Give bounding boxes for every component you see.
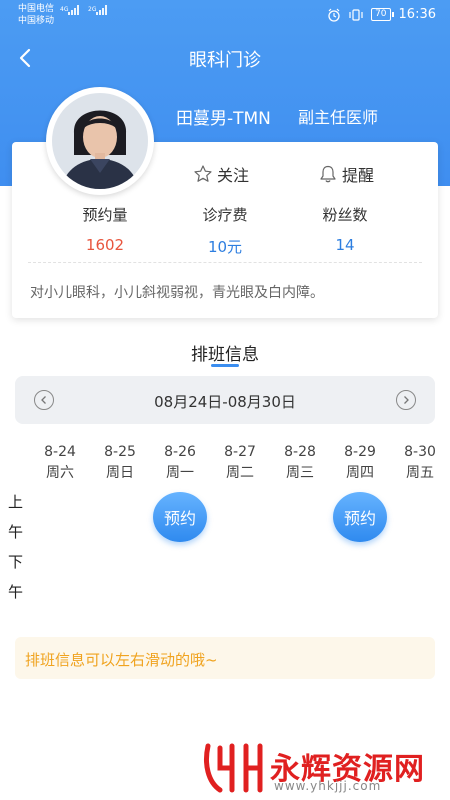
watermark-url: www.yhkjjj.com — [274, 779, 382, 793]
next-week-button[interactable] — [396, 390, 416, 410]
star-icon — [194, 165, 212, 182]
status-bar: 中国电信 4G 中国移动 2G 70 16:36 — [0, 0, 450, 30]
day-date: 8-30 — [404, 444, 436, 460]
schedule-title-underline — [211, 364, 239, 367]
carrier-1: 中国电信 — [18, 4, 55, 14]
card-divider — [28, 262, 422, 263]
stat-label-fee: 诊疗费 — [202, 206, 248, 224]
day-weekday: 周一 — [166, 465, 194, 481]
day-weekday: 周二 — [226, 465, 254, 481]
day-weekday: 周五 — [406, 465, 434, 481]
avatar[interactable] — [46, 87, 154, 195]
day-column-0827: 8-27 周二 — [215, 442, 265, 484]
book-button-0826-am[interactable]: 预约 — [153, 492, 207, 542]
period-pm-char-2: 午 — [8, 583, 24, 601]
day-weekday: 周四 — [346, 465, 374, 481]
stat-label-appointments: 预约量 — [82, 206, 128, 224]
carrier-2: 中国移动 — [18, 16, 55, 26]
day-date: 8-27 — [224, 444, 256, 460]
day-column-0828: 8-28 周三 — [275, 442, 325, 484]
stat-value-fee: 10元 — [207, 238, 243, 256]
day-column-0825: 8-25 周日 — [95, 442, 145, 484]
week-selector: 08月24日-08月30日 — [15, 376, 435, 424]
stat-value-fans: 14 — [335, 236, 355, 254]
battery-icon: 70 — [371, 8, 395, 21]
period-am-char-2: 午 — [8, 523, 24, 541]
watermark-logo-icon — [204, 743, 263, 793]
vibrate-icon — [349, 8, 363, 22]
remind-button[interactable]: 提醒 — [318, 162, 374, 186]
day-column-0830: 8-30 周五 — [395, 442, 445, 484]
day-date: 8-28 — [284, 444, 316, 460]
day-date: 8-24 — [44, 444, 76, 460]
doctor-intro: 对小儿眼科，小儿斜视弱视，青光眼及白内障。 — [30, 285, 324, 301]
clock: 16:36 — [398, 7, 436, 22]
follow-label: 关注 — [217, 166, 250, 185]
period-pm-char-1: 下 — [8, 553, 24, 571]
day-column-0826: 8-26 周一 — [155, 442, 205, 484]
chevron-right-icon — [404, 396, 409, 404]
day-weekday: 周日 — [106, 465, 134, 481]
day-weekday: 周六 — [46, 465, 74, 481]
stat-value-appointments: 1602 — [85, 236, 125, 254]
day-weekday: 周三 — [286, 465, 314, 481]
avatar-photo — [52, 93, 148, 189]
doctor-name: 田蔓男-TMN — [176, 109, 271, 129]
day-column-0824: 8-24 周六 — [35, 442, 85, 484]
stat-label-fans: 粉丝数 — [322, 206, 368, 224]
schedule-tip: 排班信息可以左右滑动的哦~ — [15, 637, 435, 679]
day-date: 8-25 — [104, 444, 136, 460]
follow-button[interactable]: 关注 — [193, 162, 249, 186]
book-button-0829-am[interactable]: 预约 — [333, 492, 387, 542]
day-column-0829: 8-29 周四 — [335, 442, 385, 484]
signal-icon — [68, 5, 79, 15]
period-am-char-1: 上 — [8, 493, 24, 511]
day-date: 8-26 — [164, 444, 196, 460]
bell-icon — [320, 165, 336, 183]
page-title: 眼科门诊 — [189, 50, 261, 71]
schedule-title: 排班信息 — [191, 345, 259, 365]
watermark: 永辉资源网 www.yhkjjj.com — [202, 738, 442, 794]
alarm-icon — [327, 8, 341, 22]
day-date: 8-29 — [344, 444, 376, 460]
doctor-title: 副主任医师 — [298, 108, 379, 127]
nav-bar: 眼科门诊 — [0, 38, 450, 78]
week-range: 08月24日-08月30日 — [154, 393, 296, 411]
signal-icon-2 — [96, 5, 107, 15]
remind-label: 提醒 — [342, 166, 375, 185]
